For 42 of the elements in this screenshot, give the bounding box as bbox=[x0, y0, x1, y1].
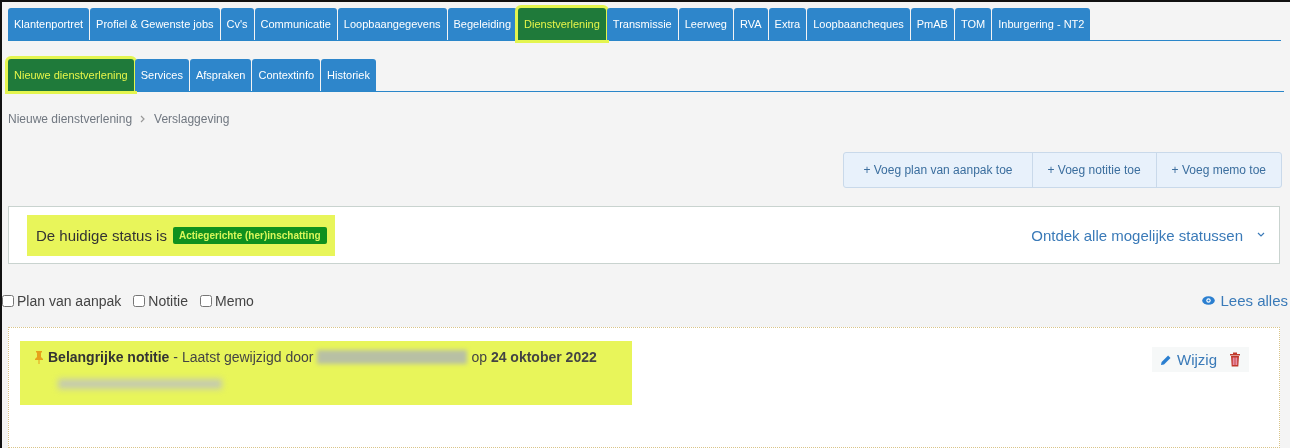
tab[interactable]: Inburgering - NT2 bbox=[992, 8, 1091, 40]
add-button[interactable]: + Voeg notitie toe bbox=[1031, 153, 1156, 187]
tab[interactable]: Services bbox=[134, 59, 189, 91]
tab[interactable]: Loopbaancheques bbox=[807, 8, 910, 40]
add-button[interactable]: + Voeg plan van aanpak toe bbox=[844, 153, 1032, 187]
tab[interactable]: Transmissie bbox=[606, 8, 678, 40]
read-all-link[interactable]: Lees alles bbox=[1202, 292, 1288, 309]
pin-icon bbox=[34, 350, 44, 364]
status-badge: Actiegerichte (her)inschatting bbox=[172, 226, 327, 244]
tab[interactable]: Begeleiding bbox=[447, 8, 517, 40]
statuses-dropdown[interactable]: Ontdek alle mogelijke statussen bbox=[1031, 226, 1269, 244]
checkbox-label[interactable]: Memo bbox=[215, 292, 254, 309]
tab[interactable]: PmAB bbox=[910, 8, 954, 40]
tab[interactable]: Afspraken bbox=[189, 59, 252, 91]
tab[interactable]: Cv's bbox=[220, 8, 254, 40]
tab[interactable]: Klantenportret bbox=[8, 8, 90, 40]
tab[interactable]: Extra bbox=[768, 8, 807, 40]
eye-icon bbox=[1202, 296, 1216, 305]
tab[interactable]: Profiel & Gewenste jobs bbox=[90, 8, 220, 40]
tab[interactable]: Leerweg bbox=[678, 8, 733, 40]
add-button[interactable]: + Voeg memo toe bbox=[1155, 153, 1281, 187]
checkbox-label[interactable]: Plan van aanpak bbox=[17, 292, 122, 309]
filter-checkbox[interactable] bbox=[133, 294, 146, 307]
tab[interactable]: RVA bbox=[733, 8, 768, 40]
tab[interactable]: Loopbaangegevens bbox=[337, 8, 447, 40]
tab[interactable]: Dienstverlening bbox=[518, 8, 606, 40]
filter-checkbox[interactable] bbox=[200, 294, 212, 307]
tab[interactable]: TOM bbox=[954, 8, 992, 40]
tab[interactable]: Communicatie bbox=[254, 8, 337, 40]
tab[interactable]: Nieuwe dienstverlening bbox=[8, 59, 134, 91]
checkbox-label[interactable]: Notitie bbox=[148, 292, 188, 309]
tab[interactable]: Historiek bbox=[321, 59, 376, 91]
breadcrumb-item: Verslaggeving bbox=[154, 112, 230, 126]
status-label: De huidige status is bbox=[36, 226, 167, 244]
filter-checkbox[interactable] bbox=[2, 294, 14, 307]
note-date: op 24 oktober 2022 bbox=[471, 349, 597, 365]
note-meta: - Laatst gewijzigd door bbox=[173, 349, 314, 365]
note-title: Belangrijke notitie bbox=[48, 349, 170, 365]
pencil-icon bbox=[1160, 353, 1172, 366]
trash-icon[interactable] bbox=[1229, 352, 1241, 367]
tab[interactable]: Contextinfo bbox=[252, 59, 321, 91]
breadcrumb-item[interactable]: Nieuwe dienstverlening bbox=[8, 112, 133, 126]
